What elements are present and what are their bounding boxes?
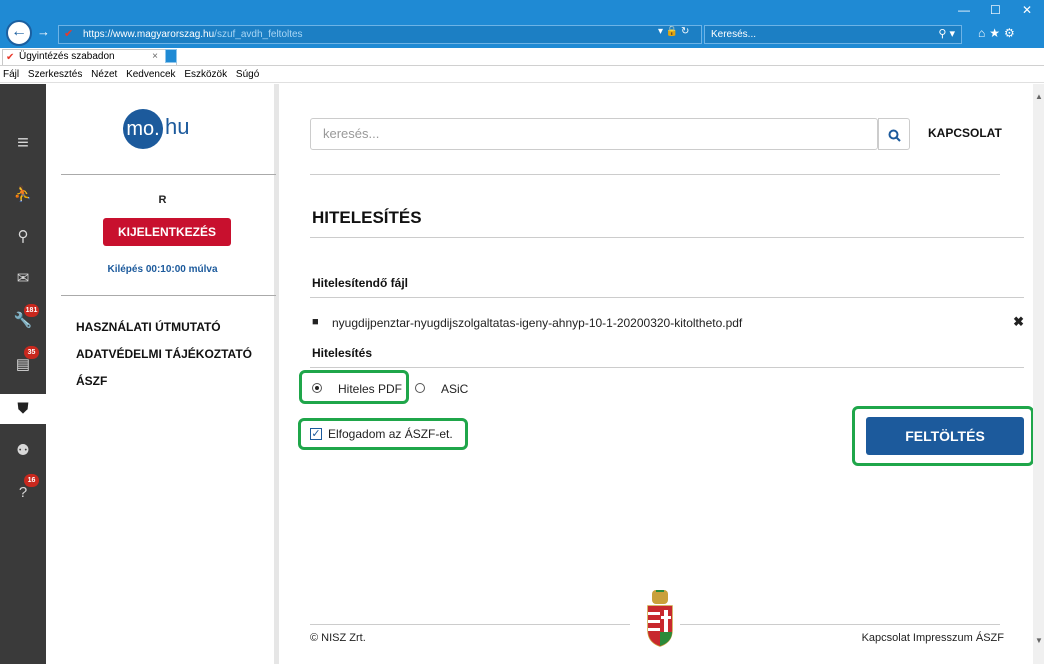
privacy-link[interactable]: ADATVÉDELMI TÁJÉKOZTATÓ <box>76 347 252 361</box>
divider <box>310 297 1024 298</box>
user-panel: mo. hu R KIJELENTKEZÉS Kilépés 00:10:00 … <box>46 84 279 664</box>
news-icon[interactable]: ▤ <box>0 350 46 380</box>
add-user-icon[interactable]: ⚉ <box>0 436 46 466</box>
lock-refresh-icons[interactable]: ▾ 🔒 ↻ <box>658 26 689 37</box>
terms-link[interactable]: ÁSZF <box>76 374 107 388</box>
menu-view[interactable]: Nézet <box>91 69 117 80</box>
news-badge: 35 <box>24 346 39 359</box>
person-sitting-icon[interactable]: ⛹ <box>0 180 46 210</box>
scroll-up-icon[interactable]: ▲ <box>1035 92 1043 101</box>
divider <box>310 174 1000 175</box>
file-name: nyugdijpenztar-nyugdijszolgaltatas-igeny… <box>332 316 743 330</box>
remove-file-icon[interactable]: ✖ <box>1013 314 1024 330</box>
scrollbar[interactable]: ▲ ▼ <box>1033 84 1044 664</box>
url-host: https://www.magyarorszag.hu <box>83 29 215 40</box>
url-path: /szuf_avdh_feltoltes <box>214 29 303 40</box>
user-name: R <box>158 194 167 206</box>
radio-asic[interactable] <box>415 383 425 393</box>
file-row: ■ nyugdijpenztar-nyugdijszolgaltatas-ige… <box>312 314 1024 332</box>
divider <box>61 174 276 175</box>
contact-link[interactable]: KAPCSOLAT <box>928 126 1002 140</box>
hungarian-coat-of-arms-icon <box>647 590 673 647</box>
mail-icon[interactable]: ✉ <box>0 264 46 294</box>
back-arrow-icon[interactable]: ← <box>6 20 32 46</box>
new-tab-button[interactable] <box>165 49 177 63</box>
icon-sidebar: ≡ ⛹ ⚲ ✉ 🔧 181 ▤ 35 ⛊ ⚉ ? 16 <box>0 84 46 664</box>
file-icon: ■ <box>312 316 319 328</box>
divider <box>310 367 1024 368</box>
menu-bar: Fájl Szerkesztés Nézet Kedvencek Eszközö… <box>0 67 1044 83</box>
address-bar[interactable]: ✔ https://www.magyarorszag.hu/szuf_avdh_… <box>58 25 702 44</box>
accept-terms-checkbox[interactable]: ✓ <box>310 428 322 440</box>
menu-help[interactable]: Súgó <box>236 69 259 80</box>
maximize-icon[interactable]: ☐ <box>990 3 1001 17</box>
file-section-label: Hitelesítendő fájl <box>312 276 409 290</box>
menu-edit[interactable]: Szerkesztés <box>28 69 82 80</box>
radio-hiteles-pdf[interactable] <box>312 383 322 393</box>
footer-copyright: © NISZ Zrt. <box>310 632 366 644</box>
menu-favorites[interactable]: Kedvencek <box>126 69 175 80</box>
menu-file[interactable]: Fájl <box>3 69 19 80</box>
hamburger-menu-icon[interactable]: ≡ <box>0 128 46 158</box>
browser-search-placeholder: Keresés... <box>711 29 757 40</box>
forward-arrow-icon[interactable]: → <box>37 24 50 39</box>
divider <box>310 237 1024 238</box>
menu-tools[interactable]: Eszközök <box>184 69 227 80</box>
tab-favicon-icon: ✔ <box>6 52 15 63</box>
search-icon <box>888 129 901 142</box>
site-search-input[interactable]: keresés... <box>310 118 878 150</box>
toolbar-icons[interactable]: ⌂★⚙ <box>978 26 1019 40</box>
auth-section-label: Hitelesítés <box>312 346 373 360</box>
logout-button[interactable]: KIJELENTKEZÉS <box>103 218 231 246</box>
minimize-icon[interactable]: — <box>958 3 970 17</box>
tab-close-icon[interactable]: × <box>152 50 158 64</box>
tab-title: Ügyintézés szabadon <box>19 51 115 62</box>
close-window-icon[interactable]: ✕ <box>1022 3 1032 17</box>
help-icon[interactable]: ? <box>0 478 46 508</box>
footer-divider <box>680 624 1000 625</box>
guide-link[interactable]: HASZNÁLATI ÚTMUTATÓ <box>76 320 221 334</box>
main-content: keresés... KAPCSOLAT HITELESÍTÉS Hiteles… <box>284 84 1044 664</box>
search-icon[interactable]: ⚲ ▾ <box>938 26 955 43</box>
radio-hiteles-pdf-label[interactable]: Hiteles PDF <box>338 382 402 396</box>
browser-tab[interactable]: ✔ Ügyintézés szabadon × <box>2 49 177 65</box>
radio-asic-label[interactable]: ASiC <box>441 382 468 396</box>
scroll-down-icon[interactable]: ▼ <box>1035 636 1043 645</box>
divider <box>61 295 276 296</box>
wrench-badge: 181 <box>24 304 39 317</box>
browser-search-box[interactable]: Keresés... ⚲ ▾ <box>704 25 962 44</box>
tab-bar: ✔ Ügyintézés szabadon × <box>0 48 1044 66</box>
accept-terms-label[interactable]: Elfogadom az ÁSZF-et. <box>328 427 453 441</box>
wrench-icon[interactable]: 🔧 <box>0 306 46 336</box>
site-favicon-icon: ✔ <box>64 28 74 40</box>
help-badge: 16 <box>24 474 39 487</box>
search-button[interactable] <box>878 118 910 150</box>
page-title: HITELESÍTÉS <box>312 208 422 227</box>
footer-links[interactable]: Kapcsolat Impresszum ÁSZF <box>862 632 1004 644</box>
user-icon[interactable]: ⚲ <box>0 222 46 252</box>
logo-circle: mo. <box>123 109 163 149</box>
shield-icon[interactable]: ⛊ <box>0 394 46 424</box>
upload-button[interactable]: FELTÖLTÉS <box>866 417 1024 455</box>
session-timer: Kilépés 00:10:00 múlva <box>107 264 218 275</box>
logo-text: hu <box>165 114 190 139</box>
footer-divider <box>310 624 630 625</box>
